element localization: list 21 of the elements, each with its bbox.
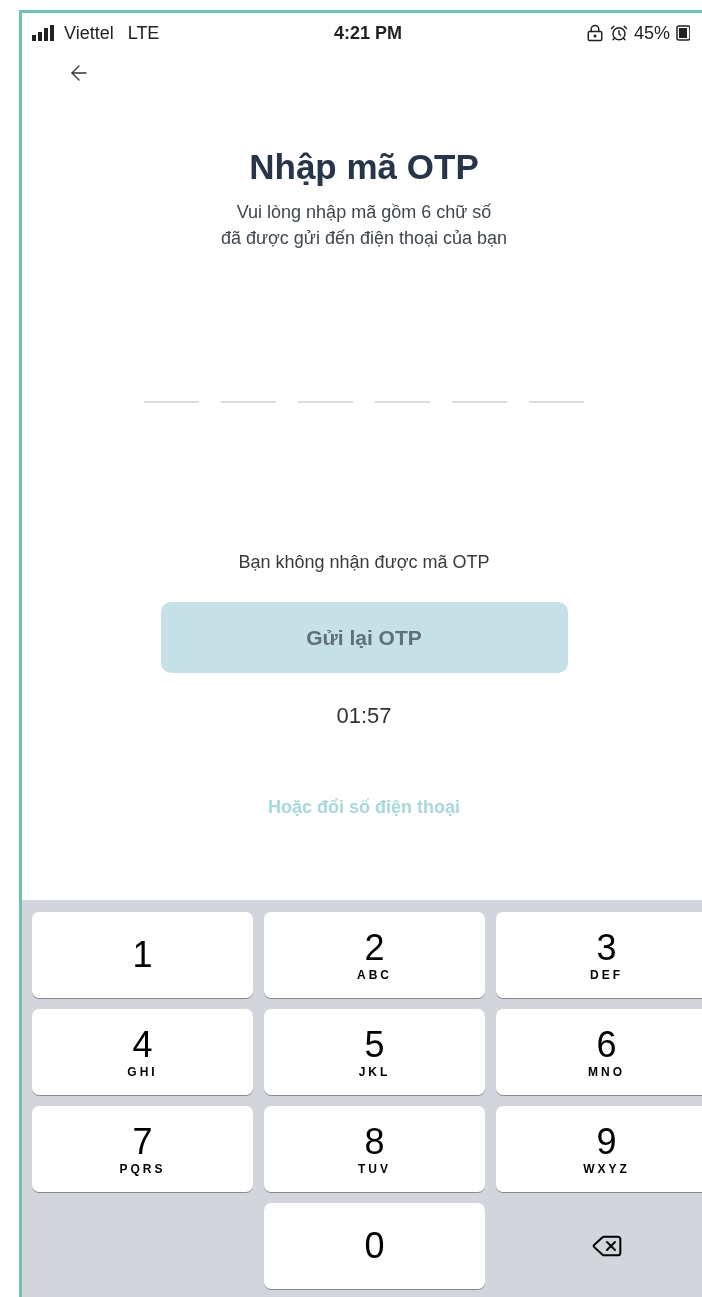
keypad-key[interactable]: 9 WXYZ — [496, 1106, 702, 1192]
network-type: LTE — [127, 21, 160, 45]
keypad-key[interactable]: 3 DEF — [496, 912, 702, 998]
carrier-name: Viettel — [64, 21, 114, 45]
keypad-key[interactable]: 8 TUV — [264, 1106, 485, 1192]
battery-icon — [676, 25, 690, 41]
instruction-text: Vui lòng nhập mã gồm 6 chữ số — [236, 201, 492, 224]
keypad-key[interactable]: 2 ABC — [264, 912, 485, 998]
countdown-timer: 01:57 — [336, 702, 392, 730]
instruction-text: đã được gửi đến điện thoại của bạn — [220, 227, 508, 250]
keypad-key[interactable]: 7 PQRS — [32, 1106, 253, 1192]
keypad-key[interactable]: 5 JKL — [264, 1009, 485, 1095]
keypad-key[interactable]: 4 GHI — [32, 1009, 253, 1095]
resend-prompt: Bạn không nhận được mã OTP — [238, 551, 490, 574]
battery-percent: 45% — [633, 21, 670, 45]
keypad-key[interactable]: 0 — [264, 1203, 485, 1289]
alarm-icon — [609, 24, 628, 42]
page-title: Nhập mã OTP — [249, 146, 479, 188]
status-time: 4:21 PM — [334, 21, 403, 45]
keypad-key[interactable]: 1 — [32, 912, 253, 998]
keypad-key[interactable]: 6 MNO — [496, 1009, 702, 1095]
